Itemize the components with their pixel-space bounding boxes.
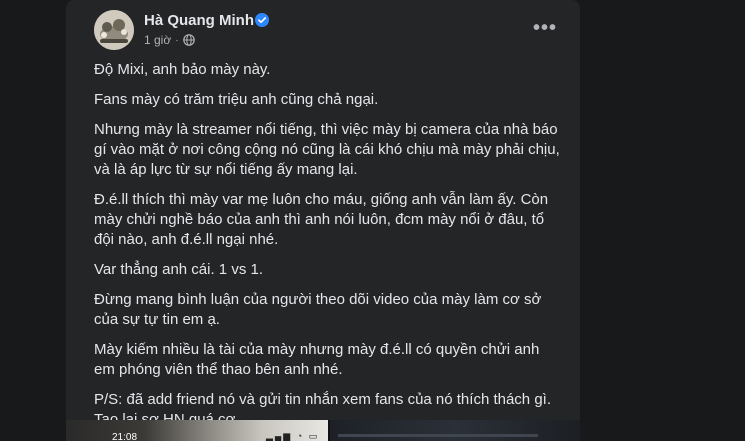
avatar-photo bbox=[94, 10, 134, 50]
post-body: Độ Mixi, anh bảo mày này. Fans mày có tr… bbox=[94, 60, 560, 440]
post-card: Hà Quang Minh 1 giờ · ••• Độ Mixi, anh b… bbox=[66, 0, 580, 441]
post-media-strip[interactable]: 21:08 ▂▄▆ ◔ ▭ bbox=[66, 420, 580, 441]
page-left-gutter bbox=[0, 0, 68, 441]
post-meta: 1 giờ · bbox=[144, 32, 195, 48]
media-phone-clock: 21:08 bbox=[112, 432, 138, 441]
post-paragraph: Độ Mixi, anh bảo mày này. bbox=[94, 61, 271, 78]
post-paragraph: Đ.é.ll thích thì mày var mẹ luôn cho máu… bbox=[94, 191, 549, 248]
post-media-image-left[interactable]: 21:08 ▂▄▆ ◔ ▭ bbox=[66, 420, 328, 441]
more-options-icon: ••• bbox=[532, 17, 557, 39]
author-avatar[interactable] bbox=[94, 10, 134, 50]
post-media-image-right[interactable] bbox=[330, 420, 580, 441]
meta-separator: · bbox=[175, 34, 179, 46]
post-paragraph: Fans mày có trăm triệu anh cũng chả ngại… bbox=[94, 91, 379, 108]
media-status-icons: ▂▄▆ ◔ ▭ bbox=[266, 431, 320, 441]
media-toolbar-bar bbox=[338, 434, 538, 437]
more-options-button[interactable]: ••• bbox=[528, 14, 562, 42]
globe-icon[interactable] bbox=[182, 34, 195, 46]
author-name[interactable]: Hà Quang Minh bbox=[144, 12, 254, 29]
post-timestamp[interactable]: 1 giờ bbox=[144, 33, 171, 47]
post-paragraph: Đừng mang bình luận của người theo dõi v… bbox=[94, 291, 542, 328]
post-paragraph: Var thẳng anh cái. 1 vs 1. bbox=[94, 261, 263, 278]
post-header: Hà Quang Minh 1 giờ · ••• bbox=[94, 8, 564, 52]
page-right-gutter bbox=[580, 0, 745, 441]
post-paragraph: Mày kiếm nhiều là tài của mày nhưng mày … bbox=[94, 341, 540, 378]
verified-badge-icon bbox=[255, 13, 269, 27]
post-paragraph: Nhưng mày là streamer nổi tiếng, thì việ… bbox=[94, 121, 560, 178]
